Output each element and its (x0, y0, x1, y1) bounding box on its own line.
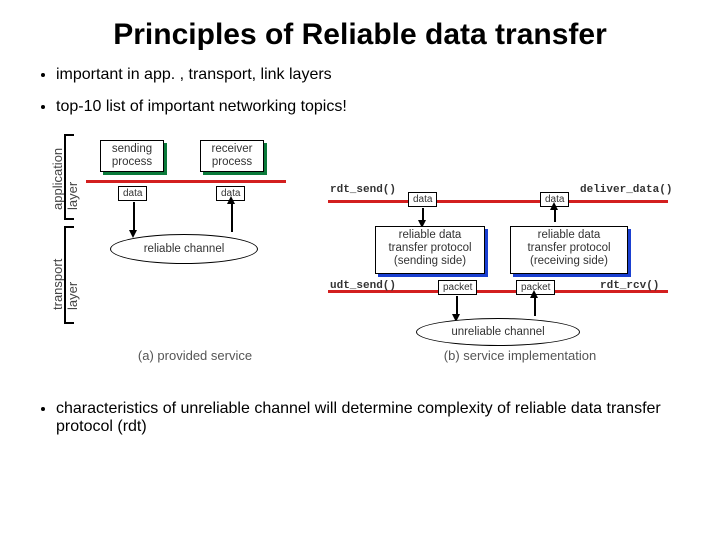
arrow-up-icon (550, 202, 558, 210)
bullet-2: top-10 list of important networking topi… (56, 98, 720, 116)
page-title: Principles of Reliable data transfer (0, 0, 720, 58)
arrow-up-icon (227, 196, 235, 204)
redline-left-top (86, 180, 286, 183)
arrow-up-icon (530, 290, 538, 298)
box-receiving-protocol: reliable data transfer protocol (receivi… (510, 226, 628, 274)
box-sending-process: sending process (100, 140, 164, 172)
databox-right-send: data (408, 192, 437, 207)
bullet-list: important in app. , transport, link laye… (0, 66, 720, 116)
redline-right-top (328, 200, 668, 203)
bullet-list-bottom: characteristics of unreliable channel wi… (0, 400, 720, 436)
bullet-3: characteristics of unreliable channel wi… (56, 400, 720, 436)
oval-unreliable-channel: unreliable channel (416, 318, 580, 346)
packetbox-send: packet (438, 280, 477, 295)
databox-left-send: data (118, 186, 147, 201)
caption-a: (a) provided service (100, 348, 290, 363)
box-sending-protocol: reliable data transfer protocol (sending… (375, 226, 485, 274)
fn-udt-send: udt_send() (330, 280, 396, 292)
bullet-1: important in app. , transport, link laye… (56, 66, 720, 84)
box-receiver-process: receiver process (200, 140, 264, 172)
label-reliable-channel: reliable channel (144, 243, 225, 255)
fn-rdt-send: rdt_send() (330, 184, 396, 196)
label-unreliable-channel: unreliable channel (451, 326, 544, 338)
fn-rdt-rcv: rdt_rcv() (600, 280, 659, 292)
caption-b: (b) service implementation (390, 348, 650, 363)
diagram: application layer transport layer sendin… (40, 130, 680, 390)
fn-deliver-data: deliver_data() (580, 184, 672, 196)
oval-reliable-channel: reliable channel (110, 234, 258, 264)
